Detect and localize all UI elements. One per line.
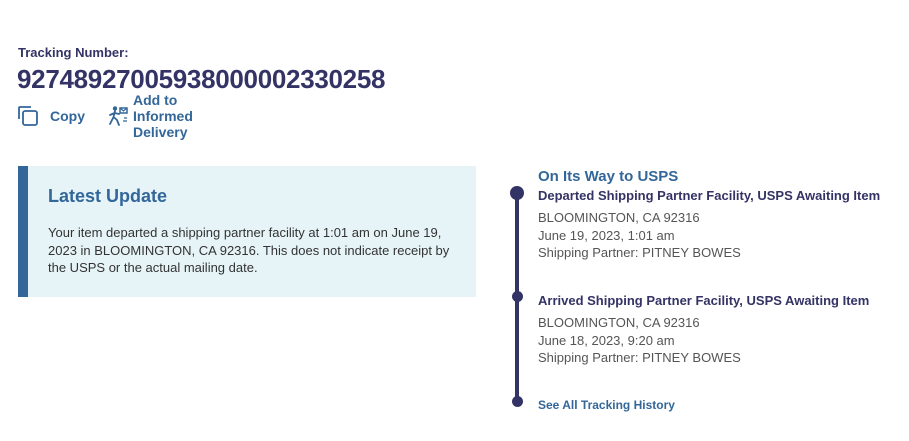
timeline-dot bbox=[511, 396, 523, 407]
timeline-dot bbox=[511, 291, 523, 302]
event-title: Departed Shipping Partner Facility, USPS… bbox=[538, 188, 881, 203]
add-to-informed-delivery-button[interactable]: Add to Informed Delivery bbox=[107, 92, 193, 140]
status-heading: On Its Way to USPS bbox=[538, 168, 679, 185]
event-datetime: June 19, 2023, 1:01 am bbox=[538, 227, 675, 243]
copy-button[interactable]: Copy bbox=[17, 104, 85, 128]
tracking-number-label: Tracking Number: bbox=[18, 45, 129, 60]
latest-update-text: Your item departed a shipping partner fa… bbox=[48, 225, 450, 275]
event-location: BLOOMINGTON, CA 92316 bbox=[538, 210, 700, 225]
event-title: Arrived Shipping Partner Facility, USPS … bbox=[538, 293, 870, 308]
informed-delivery-label: Add to Informed Delivery bbox=[133, 92, 193, 140]
event-location: BLOOMINGTON, CA 92316 bbox=[538, 315, 700, 330]
timeline-dot-current bbox=[510, 186, 524, 200]
latest-update-heading: Latest Update bbox=[48, 186, 168, 206]
tracking-number: 92748927005938000002330258 bbox=[17, 64, 386, 94]
copy-label: Copy bbox=[50, 108, 85, 124]
tracking-timeline: On Its Way to USPS Departed Shipping Par… bbox=[505, 160, 909, 430]
accent-bar bbox=[18, 166, 28, 297]
latest-update-panel: Latest Update Your item departed a shipp… bbox=[18, 166, 476, 297]
timeline-event: Arrived Shipping Partner Facility, USPS … bbox=[538, 293, 909, 367]
see-all-tracking-history-link[interactable]: See All Tracking History bbox=[538, 398, 675, 412]
mail-carrier-icon bbox=[107, 105, 129, 127]
event-partner: Shipping Partner: PITNEY BOWES bbox=[538, 245, 741, 260]
copy-icon bbox=[17, 105, 39, 127]
event-datetime: June 18, 2023, 9:20 am bbox=[538, 332, 675, 348]
event-partner: Shipping Partner: PITNEY BOWES bbox=[538, 350, 741, 365]
timeline-event: Departed Shipping Partner Facility, USPS… bbox=[538, 188, 909, 262]
